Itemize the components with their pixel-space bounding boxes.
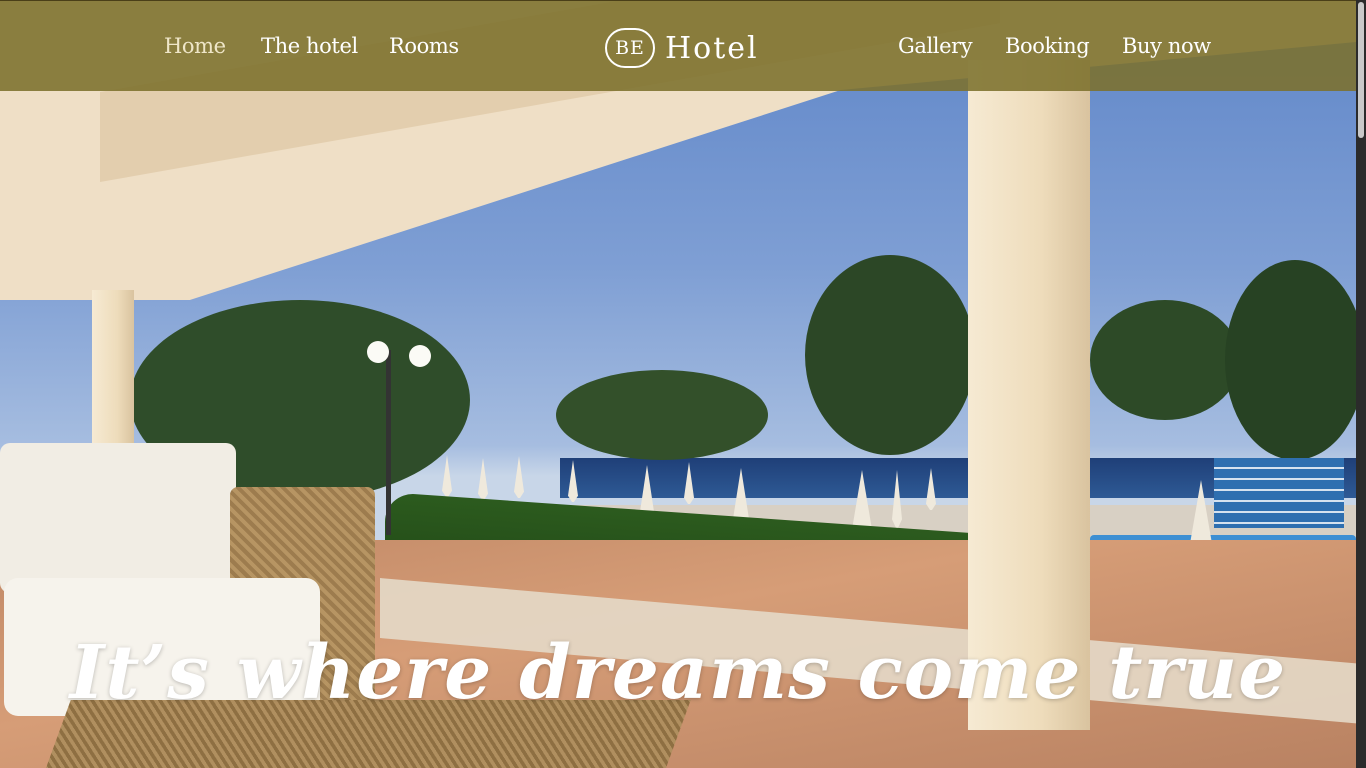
nav-home[interactable]: Home	[164, 34, 226, 58]
main-navigation: Home The hotel Rooms BE Hotel Gallery Bo…	[0, 0, 1356, 91]
hero-tagline: It’s where dreams come true	[69, 630, 1287, 716]
tree	[1225, 260, 1356, 460]
nav-rooms[interactable]: Rooms	[389, 34, 459, 58]
lamp-post	[386, 350, 391, 535]
sofa-cushion	[0, 443, 236, 593]
hotel-logo[interactable]: BE Hotel	[605, 27, 759, 69]
tree	[556, 370, 768, 460]
nav-the-hotel[interactable]: The hotel	[261, 34, 358, 58]
page-scrollbar[interactable]	[1356, 0, 1366, 768]
umbrella	[514, 456, 524, 498]
logo-mark: BE	[605, 28, 655, 68]
tree	[805, 255, 975, 455]
tree	[1090, 300, 1240, 420]
logo-text: Hotel	[665, 30, 759, 66]
scrollbar-thumb[interactable]	[1358, 2, 1364, 138]
direction-sign	[1214, 458, 1344, 528]
nav-gallery[interactable]: Gallery	[898, 34, 973, 58]
lamp-globe	[409, 345, 431, 367]
umbrella	[442, 455, 452, 497]
umbrella	[478, 458, 488, 500]
lamp-globe	[367, 341, 389, 363]
nav-buy-now[interactable]: Buy now	[1122, 34, 1211, 58]
pillar	[92, 290, 134, 450]
nav-booking[interactable]: Booking	[1005, 34, 1090, 58]
